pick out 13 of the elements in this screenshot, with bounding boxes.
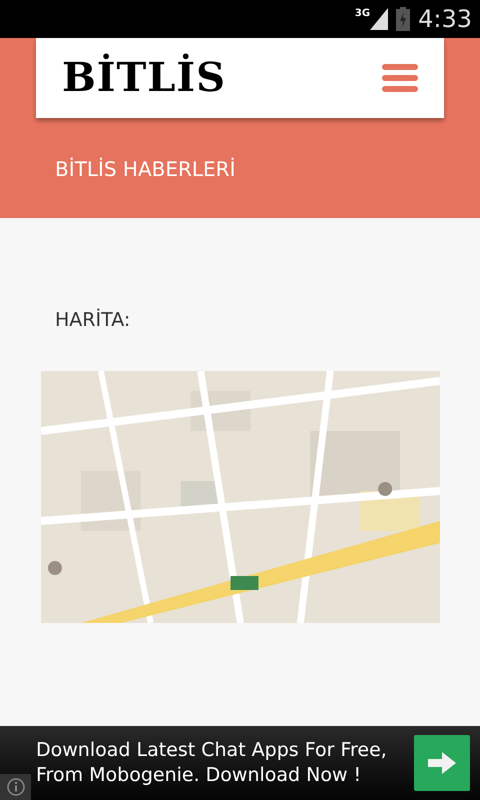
ad-text[interactable]: Download Latest Chat Apps For Free, From Mobogenie. Download Now ! — [36, 738, 406, 788]
map-heading: HARİTA: — [55, 309, 130, 331]
clock: 4:33 — [418, 4, 472, 35]
ad-arrow-button[interactable] — [414, 735, 470, 791]
signal-icon — [370, 8, 388, 30]
arrow-icon — [428, 752, 456, 774]
ad-banner[interactable]: Download Latest Chat Apps For Free, From Mobogenie. Download Now ! — [0, 726, 480, 800]
network-type: 3G — [354, 7, 370, 21]
site-subtitle: BİTLİS HABERLERİ — [55, 157, 236, 181]
info-icon[interactable] — [6, 778, 24, 796]
battery-icon — [396, 7, 410, 31]
logo[interactable]: BİTLİS — [62, 48, 226, 108]
menu-icon[interactable] — [382, 64, 418, 92]
